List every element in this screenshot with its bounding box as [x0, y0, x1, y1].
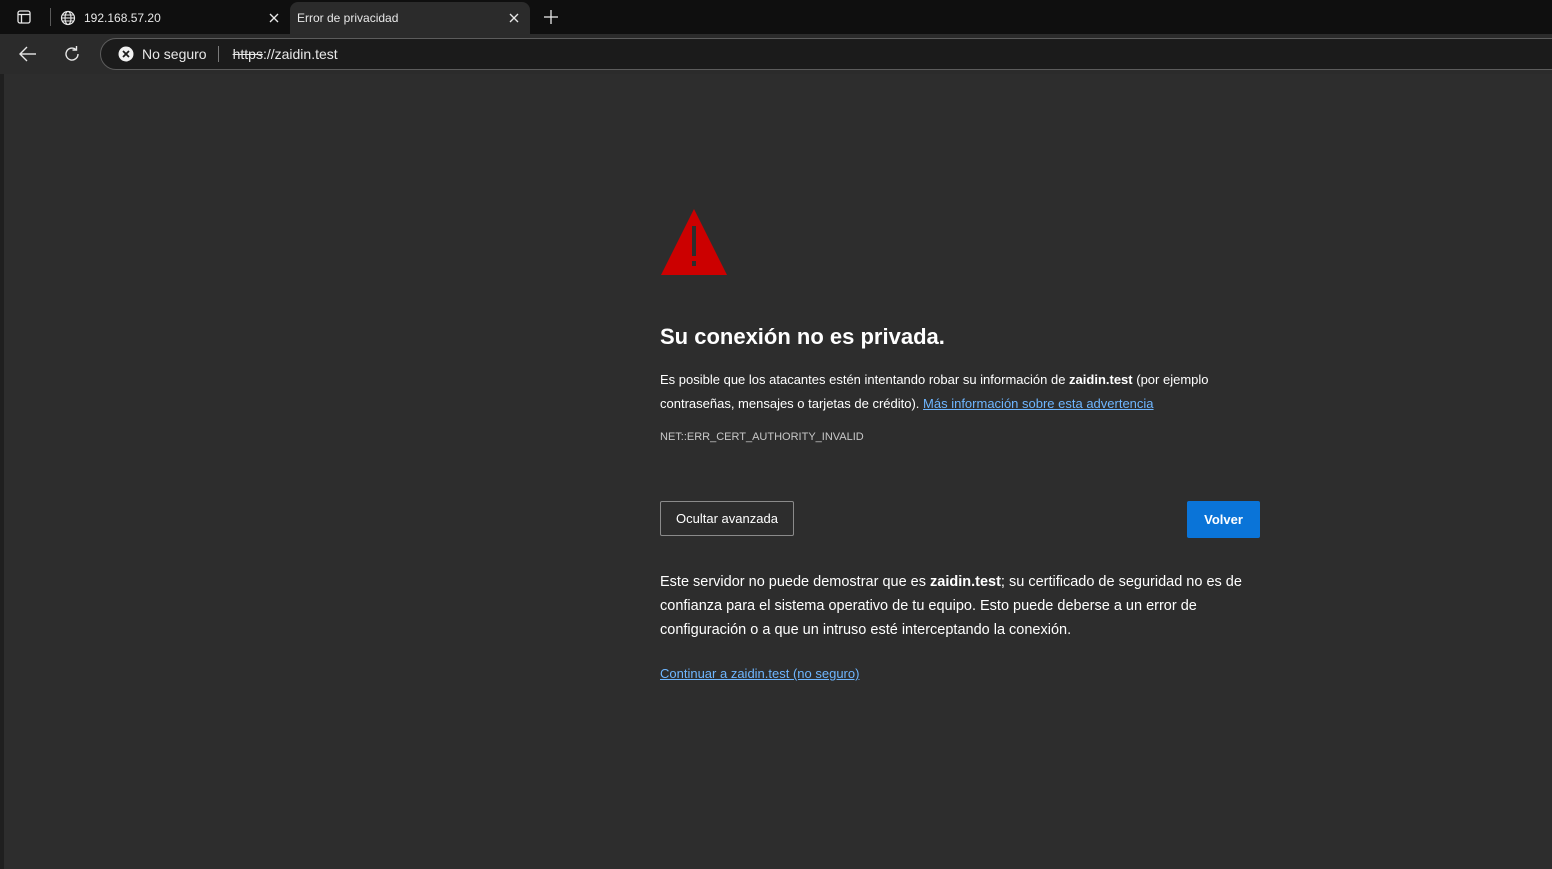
desc-text: Es posible que los atacantes estén inten…: [660, 372, 1070, 387]
learn-more-link[interactable]: Más información sobre esta advertencia: [923, 396, 1154, 411]
tab-error-de-privacidad[interactable]: Error de privacidad: [290, 2, 530, 34]
close-tab-button[interactable]: [264, 8, 284, 28]
close-tab-button[interactable]: [504, 8, 524, 28]
detail-host: zaidin.test: [930, 574, 1001, 590]
plus-icon: [544, 10, 558, 24]
tab-actions-menu-button[interactable]: [8, 6, 40, 28]
url-host: ://zaidin.test: [262, 46, 338, 62]
tab-192-168-57-20[interactable]: 192.168.57.20: [52, 2, 290, 34]
advanced-details: Este servidor no puede demostrar que es …: [660, 570, 1270, 642]
detail-text: Este servidor no puede demostrar que es: [660, 574, 931, 590]
error-description: Es posible que los atacantes estén inten…: [660, 368, 1270, 416]
tab-separator: [50, 8, 51, 26]
error-code: NET::ERR_CERT_AUTHORITY_INVALID: [660, 431, 864, 443]
warning-triangle-icon: [661, 209, 727, 275]
refresh-icon: [65, 46, 79, 61]
globe-icon: [60, 10, 76, 26]
browser-toolbar: No seguro https://zaidin.test: [0, 34, 1552, 74]
page-title: Su conexión no es privada.: [660, 324, 945, 349]
address-separator: [217, 46, 219, 62]
address-bar[interactable]: No seguro https://zaidin.test: [100, 38, 1552, 70]
not-secure-icon: [118, 46, 134, 62]
desc-host: zaidin.test: [1069, 372, 1133, 387]
tab-actions-icon: [17, 10, 31, 24]
proceed-unsafe-link[interactable]: Continuar a zaidin.test (no seguro): [660, 666, 859, 681]
security-label: No seguro: [142, 46, 207, 62]
url-scheme: https: [232, 46, 263, 62]
url-text[interactable]: https://zaidin.test: [233, 46, 338, 62]
tab-strip: 192.168.57.20 Error de privacidad: [0, 0, 1552, 34]
back-button[interactable]: [12, 38, 44, 70]
back-to-safety-button[interactable]: Volver: [1187, 501, 1260, 538]
new-tab-button[interactable]: [538, 6, 564, 28]
site-security-chip[interactable]: No seguro: [118, 46, 207, 62]
tab-title: Error de privacidad: [297, 11, 399, 25]
page-content: Su conexión no es privada. Es posible qu…: [4, 74, 1552, 869]
refresh-button[interactable]: [56, 38, 88, 70]
close-icon: [509, 13, 519, 23]
hide-advanced-button[interactable]: Ocultar avanzada: [660, 501, 794, 536]
arrow-left-icon: [19, 46, 36, 62]
tab-title: 192.168.57.20: [84, 11, 161, 25]
close-icon: [269, 13, 279, 23]
